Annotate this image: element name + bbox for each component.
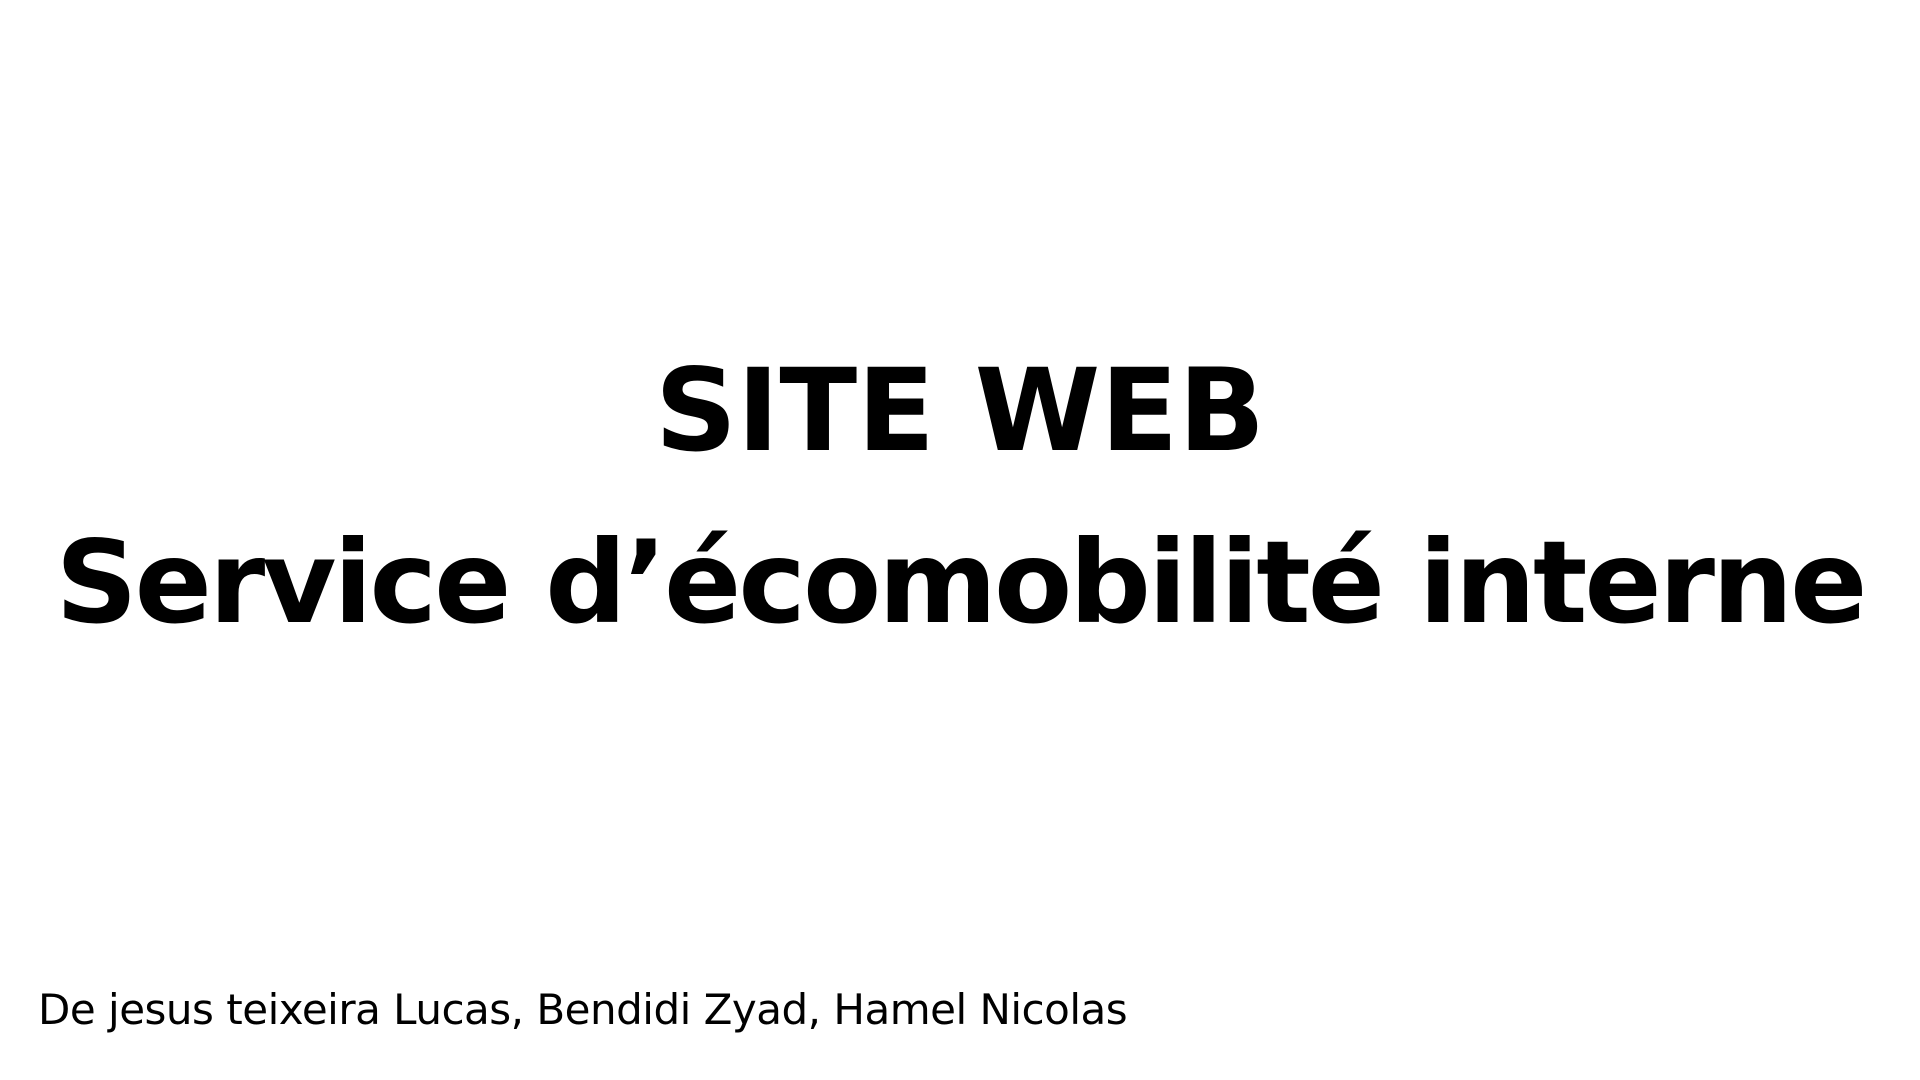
- authors-text: De jesus teixeira Lucas, Bendidi Zyad, H…: [38, 985, 1128, 1034]
- slide-title-line-1: SITE WEB: [654, 344, 1266, 477]
- title-slide: SITE WEB Service d’écomobilité interne D…: [0, 0, 1920, 1080]
- slide-title: SITE WEB Service d’écomobilité interne: [0, 325, 1920, 669]
- slide-title-line-2: Service d’écomobilité interne: [55, 516, 1868, 649]
